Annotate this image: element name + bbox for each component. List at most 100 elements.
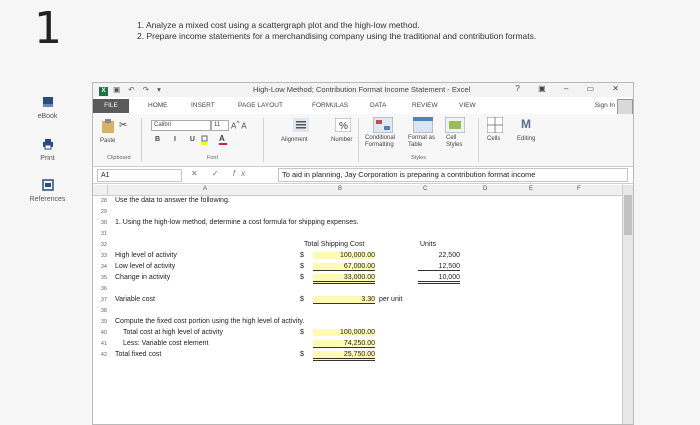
nav-references[interactable]: References: [0, 179, 95, 203]
cell-b37[interactable]: 3.30: [313, 296, 375, 304]
ribbon-separator: [358, 118, 359, 162]
row-number: 42: [100, 352, 107, 358]
format-as-table-button[interactable]: Format as Table: [408, 135, 438, 149]
align-icon[interactable]: [293, 118, 309, 134]
cells-icon[interactable]: [486, 116, 504, 135]
cell-b41[interactable]: 74,250.00: [313, 340, 375, 348]
tab-data[interactable]: DATA: [370, 102, 386, 109]
cell-b42-currency: $: [300, 351, 304, 358]
cell-styles-button[interactable]: Cell Styles: [446, 135, 466, 149]
font-color-icon[interactable]: A: [219, 134, 227, 145]
cell-a35[interactable]: Change in activity: [115, 274, 170, 281]
cells-button[interactable]: Cells: [487, 136, 500, 142]
printer-icon: [0, 138, 95, 152]
number-button[interactable]: Number: [331, 137, 352, 143]
avatar[interactable]: [617, 99, 633, 115]
cell-b35[interactable]: 33,000.00: [313, 274, 375, 284]
cell-a37[interactable]: Variable cost: [115, 296, 155, 303]
column-header-f[interactable]: F: [577, 186, 581, 192]
fill-color-icon[interactable]: [201, 135, 215, 147]
find-icon[interactable]: M: [521, 117, 531, 131]
paste-button[interactable]: Paste: [100, 138, 115, 144]
worksheet-grid[interactable]: 28 Use the data to answer the following.…: [93, 196, 621, 424]
font-name-select[interactable]: Calibri: [151, 120, 211, 131]
formula-bar: A1 ✕ ✓ fx To aid in planning, Jay Corpor…: [93, 167, 633, 184]
cell-b35-currency: $: [300, 274, 304, 281]
nav-print[interactable]: Print: [0, 138, 95, 162]
conditional-formatting-button[interactable]: Conditional Formatting: [365, 135, 405, 149]
tab-review[interactable]: REVIEW: [412, 102, 438, 109]
tab-insert[interactable]: INSERT: [191, 102, 215, 109]
select-all-corner[interactable]: [93, 185, 108, 195]
cell-a30[interactable]: 1. Using the high-low method, determine …: [115, 219, 359, 226]
tab-formulas[interactable]: FORMULAS: [312, 102, 348, 109]
redo-icon[interactable]: ↷: [143, 85, 152, 94]
tab-home[interactable]: HOME: [148, 102, 168, 109]
cell-b32[interactable]: Total Shipping Cost: [304, 241, 364, 248]
tab-file[interactable]: FILE: [93, 99, 129, 113]
formula-bar-icons[interactable]: ✕ ✓ fx: [191, 169, 251, 178]
bold-italic-underline-icons[interactable]: B I U: [155, 136, 201, 143]
scrollbar-thumb[interactable]: [624, 195, 632, 235]
title-bar: X ▣ ↶ ↷ ▾ High-Low Method; Contribution …: [93, 83, 633, 97]
font-size-select[interactable]: 11: [211, 120, 229, 131]
cell-c37[interactable]: per unit: [379, 296, 402, 303]
ribbon-separator: [478, 118, 479, 162]
row-number: 39: [100, 319, 107, 325]
cell-a28[interactable]: Use the data to answer the following.: [115, 197, 230, 204]
name-box[interactable]: A1: [97, 169, 182, 182]
nav-ebook[interactable]: eBook: [0, 96, 95, 120]
ribbon: Paste ✂ Clipboard Calibri 11 A^ A B I U …: [93, 114, 633, 167]
cell-b33[interactable]: 100,000.00: [313, 252, 375, 259]
alignment-button[interactable]: Alignment: [281, 137, 308, 143]
undo-icon[interactable]: ↶: [128, 85, 137, 94]
cell-a34[interactable]: Low level of activity: [115, 263, 175, 270]
column-header-b[interactable]: B: [338, 186, 342, 192]
excel-logo-icon: X: [99, 87, 108, 96]
tab-view[interactable]: VIEW: [459, 102, 476, 109]
column-header-c[interactable]: C: [423, 186, 427, 192]
format-as-table-icon[interactable]: [412, 116, 434, 135]
cell-a42[interactable]: Total fixed cost: [115, 351, 161, 358]
column-header-d[interactable]: D: [483, 186, 487, 192]
column-header-e[interactable]: E: [529, 186, 533, 192]
editing-button[interactable]: Editing: [517, 136, 535, 142]
quick-access-toolbar: X ▣ ↶ ↷ ▾: [99, 85, 164, 96]
cell-b37-currency: $: [300, 296, 304, 303]
styles-group-label: Styles: [411, 155, 426, 161]
cell-b34[interactable]: 67,000.00: [313, 263, 375, 271]
clipboard-group-label: Clipboard: [107, 155, 131, 161]
column-header-a[interactable]: A: [203, 186, 207, 192]
customize-icon[interactable]: ▾: [157, 85, 164, 94]
row-number: 34: [100, 264, 107, 270]
cell-c34[interactable]: 12,500: [418, 263, 460, 271]
formula-input[interactable]: To aid in planning, Jay Corporation is p…: [278, 168, 628, 182]
paste-icon[interactable]: [101, 118, 115, 136]
cell-c33[interactable]: 22,500: [418, 252, 460, 259]
percent-icon[interactable]: %: [334, 117, 352, 134]
cell-a39[interactable]: Compute the fixed cost portion using the…: [115, 318, 304, 325]
window-controls[interactable]: ? ▣ – ▭ ✕: [515, 84, 627, 93]
ribbon-tabs: FILE HOME INSERT PAGE LAYOUT FORMULAS DA…: [93, 99, 633, 115]
cell-c35[interactable]: 10,000: [418, 274, 460, 284]
cell-a41[interactable]: Less: Variable cost element: [123, 340, 208, 347]
row-number: 32: [100, 242, 107, 248]
cell-a33[interactable]: High level of activity: [115, 252, 177, 259]
grow-font-icon[interactable]: A^ A: [231, 120, 247, 131]
cell-styles-icon[interactable]: [444, 116, 466, 135]
tab-page-layout[interactable]: PAGE LAYOUT: [238, 102, 283, 109]
ribbon-separator: [263, 118, 264, 162]
cut-icon[interactable]: ✂: [119, 120, 127, 131]
nav-ebook-label: eBook: [37, 113, 58, 120]
cell-a40[interactable]: Total cost at high level of activity: [123, 329, 223, 336]
vertical-scrollbar[interactable]: [622, 185, 633, 424]
row-number: 37: [100, 297, 107, 303]
conditional-formatting-icon[interactable]: [372, 116, 394, 135]
save-icon[interactable]: ▣: [113, 85, 123, 94]
cell-b40[interactable]: 100,000.00: [313, 329, 375, 336]
table-row: 29: [93, 207, 621, 218]
cell-b42[interactable]: 25,750.00: [313, 351, 375, 361]
sign-in-link[interactable]: Sign In: [595, 102, 615, 109]
ribbon-separator: [141, 118, 142, 162]
cell-c32[interactable]: Units: [420, 241, 436, 248]
